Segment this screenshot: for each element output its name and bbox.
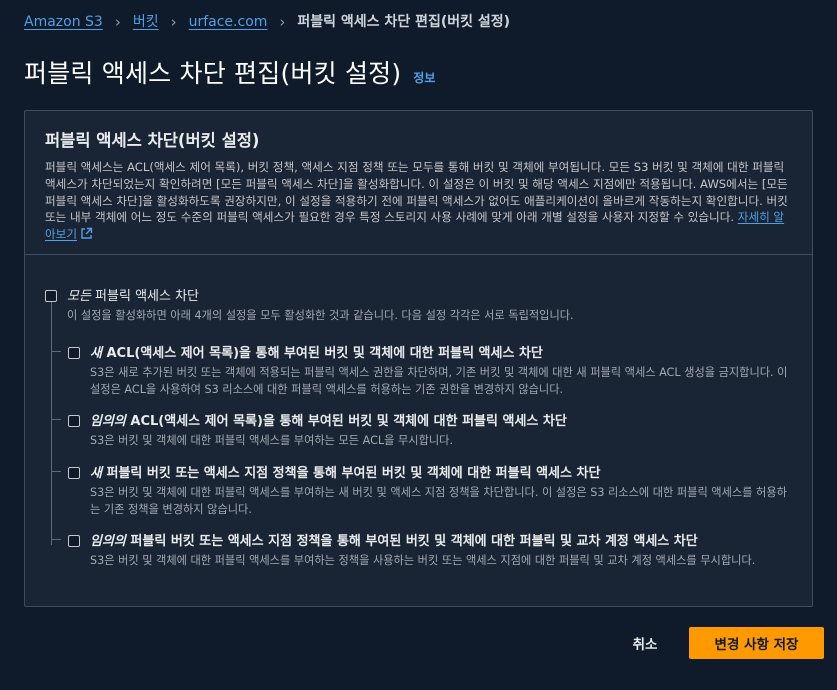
tree-branch (51, 539, 61, 540)
option-block-any-policy: 임의의 퍼블릭 버킷 또는 액세스 지점 정책을 통해 부여된 버킷 및 객체에… (68, 533, 796, 570)
block-any-policy-checkbox[interactable] (68, 535, 80, 547)
tree-branch (51, 471, 61, 472)
breadcrumb-current: 퍼블릭 액세스 차단 편집(버킷 설정) (297, 14, 511, 30)
option-emphasis: 임의의 (90, 534, 126, 549)
option-block-all-label: 모든 퍼블릭 액세스 차단 (67, 288, 574, 305)
block-any-acl-checkbox[interactable] (68, 415, 80, 427)
block-new-acl-checkbox[interactable] (68, 347, 80, 359)
breadcrumb-link-buckets[interactable]: 버킷 (133, 12, 159, 32)
tree-branch (51, 351, 61, 352)
option-block-any-policy-description: S3은 버킷 및 객체에 대한 퍼블릭 액세스를 부여하는 정책을 사용하는 버… (90, 554, 756, 567)
option-label-text: 퍼블릭 버킷 또는 액세스 지점 정책을 통해 부여된 버킷 및 객체에 대한 … (125, 534, 698, 549)
option-block-all: 모든 퍼블릭 액세스 차단 이 설정을 활성화하면 아래 4개의 설정을 모두 … (45, 288, 790, 325)
option-block-all-description: 이 설정을 활성화하면 아래 4개의 설정을 모두 활성화한 것과 같습니다. … (67, 309, 574, 322)
option-label-text: 퍼블릭 액세스 차단 (90, 289, 199, 304)
option-block-any-acl-description: S3은 버킷 및 객체에 대한 퍼블릭 액세스를 부여하는 모든 ACL을 무시… (90, 434, 454, 447)
block-all-checkbox[interactable] (45, 290, 57, 302)
option-block-new-policy-description: S3은 버킷 및 객체에 대한 퍼블릭 액세스를 부여하는 새 버킷 및 액세스… (90, 486, 787, 516)
cancel-button[interactable]: 취소 (618, 627, 672, 659)
panel-description-text: 퍼블릭 액세스는 ACL(액세스 제어 목록), 버킷 정책, 액세스 지점 정… (45, 160, 788, 225)
option-label-text: ACL(액세스 제어 목록)을 통해 부여된 버킷 및 객체에 대한 퍼블릭 액… (125, 414, 567, 429)
breadcrumb-link-bucket-name[interactable]: urface.com (189, 12, 268, 32)
panel-description: 퍼블릭 액세스는 ACL(액세스 제어 목록), 버킷 정책, 액세스 지점 정… (45, 159, 792, 243)
chevron-right-icon: › (279, 13, 286, 31)
option-block-any-policy-label: 임의의 퍼블릭 버킷 또는 액세스 지점 정책을 통해 부여된 버킷 및 객체에… (90, 533, 755, 550)
breadcrumb-link-amazon-s3[interactable]: Amazon S3 (24, 12, 103, 32)
block-public-access-panel: 퍼블릭 액세스 차단(버킷 설정) 퍼블릭 액세스는 ACL(액세스 제어 목록… (24, 110, 813, 607)
tree-branch (51, 419, 61, 420)
page-title: 퍼블릭 액세스 차단 편집(버킷 설정) (24, 59, 402, 88)
option-emphasis: 새 (90, 346, 102, 361)
breadcrumb: Amazon S3 › 버킷 › urface.com › 퍼블릭 액세스 차단… (24, 12, 510, 32)
option-block-new-policy: 새 퍼블릭 버킷 또는 액세스 지점 정책을 통해 부여된 버킷 및 객체에 대… (68, 465, 796, 518)
chevron-right-icon: › (114, 13, 121, 31)
option-block-any-acl-label: 임의의 ACL(액세스 제어 목록)을 통해 부여된 버킷 및 객체에 대한 퍼… (90, 413, 567, 430)
option-label-text: 퍼블릭 버킷 또는 액세스 지점 정책을 통해 부여된 버킷 및 객체에 대한 … (101, 466, 601, 481)
option-block-any-acl-text: 임의의 ACL(액세스 제어 목록)을 통해 부여된 버킷 및 객체에 대한 퍼… (90, 413, 567, 450)
external-link-icon (81, 227, 93, 239)
option-emphasis: 모든 (67, 289, 91, 304)
option-emphasis: 임의의 (90, 414, 126, 429)
chevron-right-icon: › (170, 13, 177, 31)
info-link[interactable]: 정보 (413, 69, 435, 86)
option-block-new-acl-description: S3은 새로 추가된 버킷 또는 객체에 적용되는 퍼블릭 액세스 권한을 차단… (90, 366, 788, 396)
page-header: 퍼블릭 액세스 차단 편집(버킷 설정) 정보 (24, 54, 435, 90)
option-block-new-policy-text: 새 퍼블릭 버킷 또는 액세스 지점 정책을 통해 부여된 버킷 및 객체에 대… (90, 465, 796, 518)
option-block-new-acl-text: 새 ACL(액세스 제어 목록)을 통해 부여된 버킷 및 객체에 대한 퍼블릭… (90, 345, 796, 398)
option-block-new-acl: 새 ACL(액세스 제어 목록)을 통해 부여된 버킷 및 객체에 대한 퍼블릭… (68, 345, 796, 398)
panel-title: 퍼블릭 액세스 차단(버킷 설정) (45, 131, 260, 150)
option-block-new-acl-label: 새 ACL(액세스 제어 목록)을 통해 부여된 버킷 및 객체에 대한 퍼블릭… (90, 345, 796, 362)
option-block-all-text: 모든 퍼블릭 액세스 차단 이 설정을 활성화하면 아래 4개의 설정을 모두 … (67, 288, 574, 325)
option-block-any-acl: 임의의 ACL(액세스 제어 목록)을 통해 부여된 버킷 및 객체에 대한 퍼… (68, 413, 796, 450)
save-changes-button[interactable]: 변경 사항 저장 (689, 627, 824, 659)
option-label-text: ACL(액세스 제어 목록)을 통해 부여된 버킷 및 객체에 대한 퍼블릭 액… (101, 346, 543, 361)
option-block-any-policy-text: 임의의 퍼블릭 버킷 또는 액세스 지점 정책을 통해 부여된 버킷 및 객체에… (90, 533, 755, 570)
tree-connector (51, 298, 52, 545)
option-emphasis: 새 (90, 466, 102, 481)
block-new-policy-checkbox[interactable] (68, 467, 80, 479)
panel-header: 퍼블릭 액세스 차단(버킷 설정) 퍼블릭 액세스는 ACL(액세스 제어 목록… (25, 111, 812, 255)
option-block-new-policy-label: 새 퍼블릭 버킷 또는 액세스 지점 정책을 통해 부여된 버킷 및 객체에 대… (90, 465, 796, 482)
